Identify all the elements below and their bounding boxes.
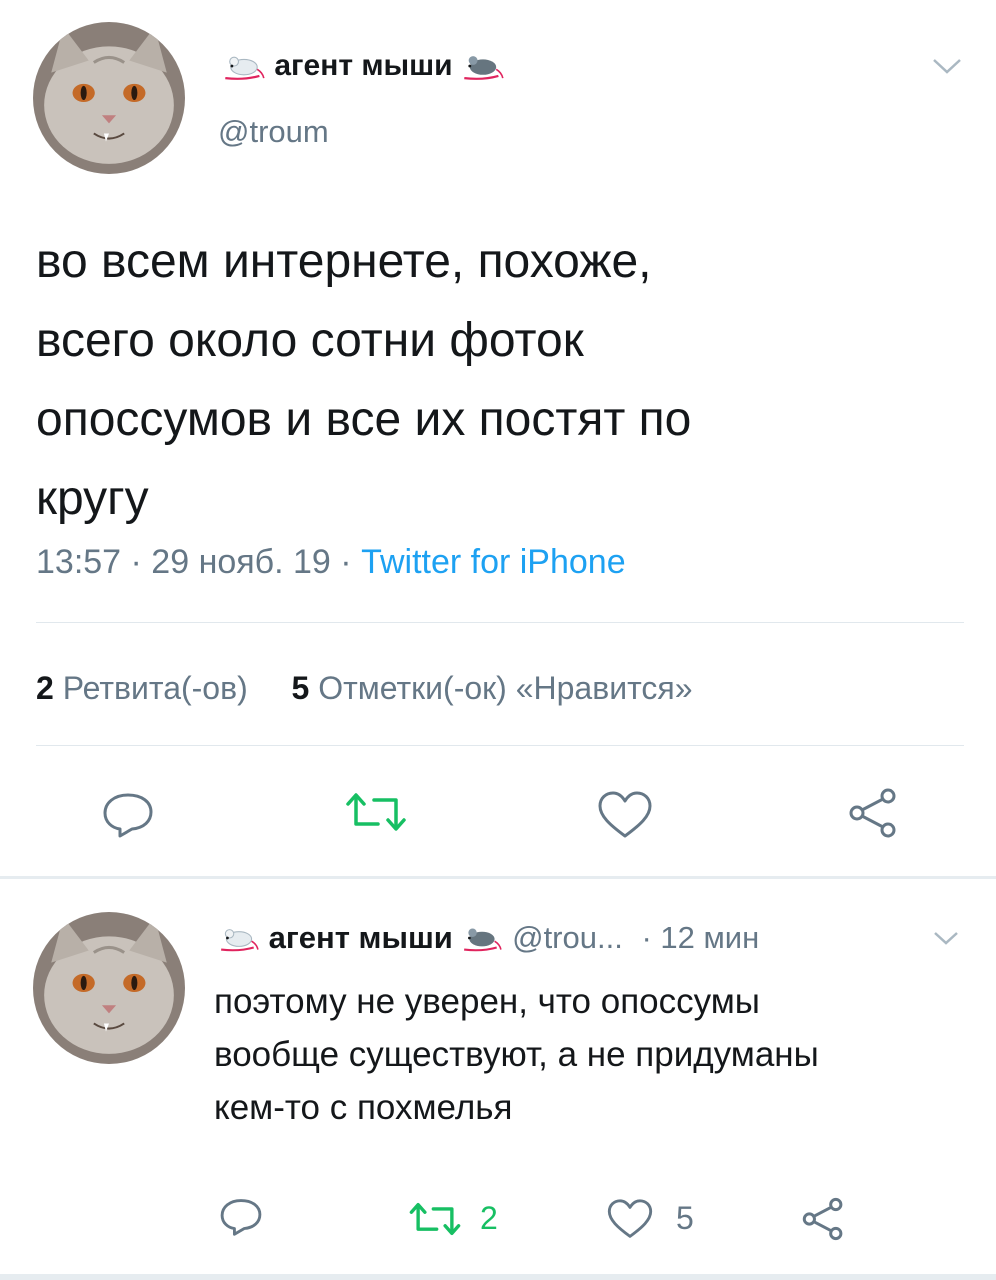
retweet-icon[interactable] [344,790,408,834]
avatar[interactable] [33,22,185,174]
bottom-border [0,1274,996,1280]
reply-header-row: агент мыши @trou... · 12 мин [218,918,759,962]
tweet-source-link[interactable]: Twitter for iPhone [361,543,626,581]
author-display-name[interactable]: агент мыши [269,920,453,955]
tweet-text-line: кругу [36,472,149,525]
chevron-down-icon[interactable] [932,930,960,946]
divider [36,622,964,623]
mouse-emoji-icon [461,49,505,83]
share-icon[interactable] [800,1196,846,1242]
retweet-icon [409,1202,461,1236]
tweet-text: во всем интернете, похоже, всего около с… [36,222,956,538]
cat-avatar-image [33,22,185,174]
heart-icon [607,1199,653,1238]
tweet-text-line: всего около сотни фоток [36,314,584,367]
mouse-emoji-icon [461,922,503,954]
tweet-separator [0,876,996,879]
heart-icon[interactable] [596,790,654,840]
avatar[interactable] [33,912,185,1064]
tweet-timestamp-row: 13:57 · 29 нояб. 19 · Twitter for iPhone [36,543,626,582]
author-handle[interactable]: @trou... [512,920,623,955]
retweets-stat[interactable]: 2 Ретвита(-ов) [36,670,248,706]
likes-stat[interactable]: 5 Отметки(-ок) «Нравится» [292,670,693,706]
tweet-text-line: опоссумов и все их постят по [36,393,692,446]
reply-icon[interactable] [218,1196,264,1238]
author-name-row[interactable]: агент мыши [222,48,505,88]
reply-text-line: поэтому не уверен, что опоссумы [214,982,760,1021]
likes-label: Отметки(-ок) «Нравится» [318,670,693,706]
tweet-stats: 2 Ретвита(-ов) 5 Отметки(-ок) «Нравится» [36,670,692,707]
tweet-age[interactable]: · 12 мин [641,920,759,955]
like-count: 5 [676,1200,694,1236]
share-icon[interactable] [846,786,900,840]
retweet-button[interactable]: 2 [408,1198,518,1242]
reply-text: поэтому не уверен, что опоссумы вообще с… [214,975,974,1134]
chevron-down-icon[interactable] [930,56,964,76]
author-display-name: агент мыши [274,49,453,83]
retweets-count: 2 [36,670,54,706]
reply-icon[interactable] [100,790,156,840]
tweet-text-line: во всем интернете, похоже, [36,235,652,288]
divider [36,745,964,746]
reply-text-line: кем-то с похмелья [214,1088,513,1127]
mouse-emoji-icon [218,922,260,954]
retweets-label: Ретвита(-ов) [62,670,248,706]
like-button[interactable]: 5 [606,1198,706,1242]
author-handle[interactable]: @troum [218,114,329,150]
cat-avatar-image [33,912,185,1064]
tweet-timestamp[interactable]: 13:57 · 29 нояб. 19 · [36,543,361,581]
reply-text-line: вообще существуют, а не придуманы [214,1035,819,1074]
likes-count: 5 [291,670,310,706]
retweet-count: 2 [480,1200,498,1236]
mouse-emoji-icon [222,49,266,83]
